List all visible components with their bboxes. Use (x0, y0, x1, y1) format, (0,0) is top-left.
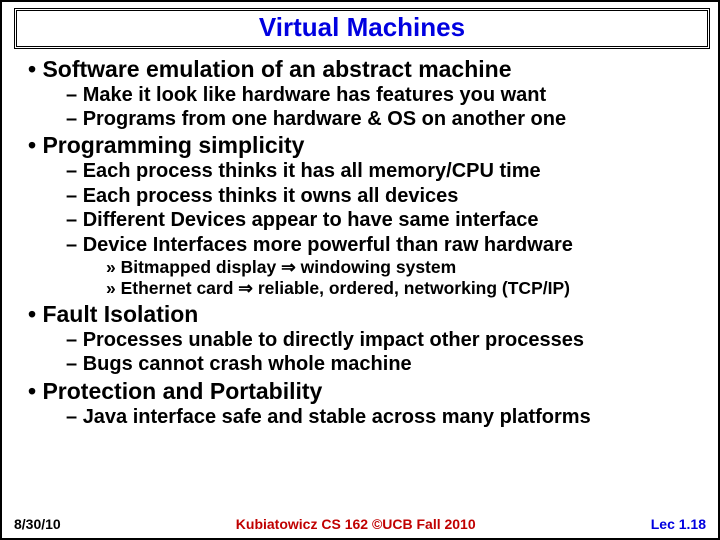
sub-bullet: – Each process thinks it has all memory/… (66, 159, 706, 183)
sub-text: Make it look like hardware has features … (83, 84, 547, 106)
bullet-glyph: • (28, 56, 36, 82)
dash-glyph: – (66, 209, 77, 231)
sub-bullet: – Device Interfaces more powerful than r… (66, 233, 706, 257)
bullet-text: Programming simplicity (42, 132, 304, 158)
subsub-glyph: » (106, 278, 116, 298)
dash-glyph: – (66, 234, 77, 256)
footer-course: Kubiatowicz CS 162 ©UCB Fall 2010 (61, 516, 651, 532)
subsub-bullet: » Ethernet card ⇒ reliable, ordered, net… (106, 278, 706, 299)
title-box: Virtual Machines (14, 8, 710, 49)
slide-title: Virtual Machines (259, 12, 465, 42)
sub-bullet: – Java interface safe and stable across … (66, 405, 706, 429)
dash-glyph: – (66, 329, 77, 351)
slide-footer: 8/30/10 Kubiatowicz CS 162 ©UCB Fall 201… (14, 516, 706, 532)
sub-text: Programs from one hardware & OS on anoth… (83, 108, 566, 130)
bullet-4: • Protection and Portability (28, 377, 706, 405)
bullet-2: • Programming simplicity (28, 131, 706, 159)
slide: Virtual Machines • Software emulation of… (0, 0, 720, 540)
sub-text: Java interface safe and stable across ma… (83, 406, 591, 428)
bullet-1: • Software emulation of an abstract mach… (28, 55, 706, 83)
bullet-glyph: • (28, 132, 36, 158)
dash-glyph: – (66, 353, 77, 375)
footer-page: Lec 1.18 (651, 516, 706, 532)
bullet-3: • Fault Isolation (28, 300, 706, 328)
subsub-text-post: windowing system (296, 257, 456, 277)
dash-glyph: – (66, 84, 77, 106)
dash-glyph: – (66, 108, 77, 130)
arrow-icon: ⇒ (238, 278, 253, 298)
slide-body: • Software emulation of an abstract mach… (14, 55, 706, 429)
subsub-text-pre: Bitmapped display (121, 257, 281, 277)
bullet-glyph: • (28, 378, 36, 404)
sub-text: Each process thinks it owns all devices (83, 185, 459, 207)
subsub-text-post: reliable, ordered, networking (TCP/IP) (253, 278, 570, 298)
sub-bullet: – Bugs cannot crash whole machine (66, 352, 706, 376)
sub-text: Each process thinks it has all memory/CP… (83, 160, 541, 182)
subsub-glyph: » (106, 257, 116, 277)
dash-glyph: – (66, 160, 77, 182)
sub-text: Bugs cannot crash whole machine (83, 353, 412, 375)
sub-text: Processes unable to directly impact othe… (83, 329, 584, 351)
bullet-text: Fault Isolation (42, 301, 198, 327)
arrow-icon: ⇒ (281, 257, 296, 277)
dash-glyph: – (66, 406, 77, 428)
sub-bullet: – Different Devices appear to have same … (66, 208, 706, 232)
subsub-text-pre: Ethernet card (121, 278, 239, 298)
sub-bullet: – Make it look like hardware has feature… (66, 83, 706, 107)
bullet-text: Protection and Portability (42, 378, 322, 404)
sub-bullet: – Processes unable to directly impact ot… (66, 328, 706, 352)
subsub-bullet: » Bitmapped display ⇒ windowing system (106, 257, 706, 278)
bullet-glyph: • (28, 301, 36, 327)
sub-text: Different Devices appear to have same in… (83, 209, 539, 231)
sub-bullet: – Programs from one hardware & OS on ano… (66, 107, 706, 131)
bullet-text: Software emulation of an abstract machin… (42, 56, 511, 82)
sub-text: Device Interfaces more powerful than raw… (83, 234, 573, 256)
dash-glyph: – (66, 185, 77, 207)
footer-date: 8/30/10 (14, 516, 61, 532)
sub-bullet: – Each process thinks it owns all device… (66, 184, 706, 208)
